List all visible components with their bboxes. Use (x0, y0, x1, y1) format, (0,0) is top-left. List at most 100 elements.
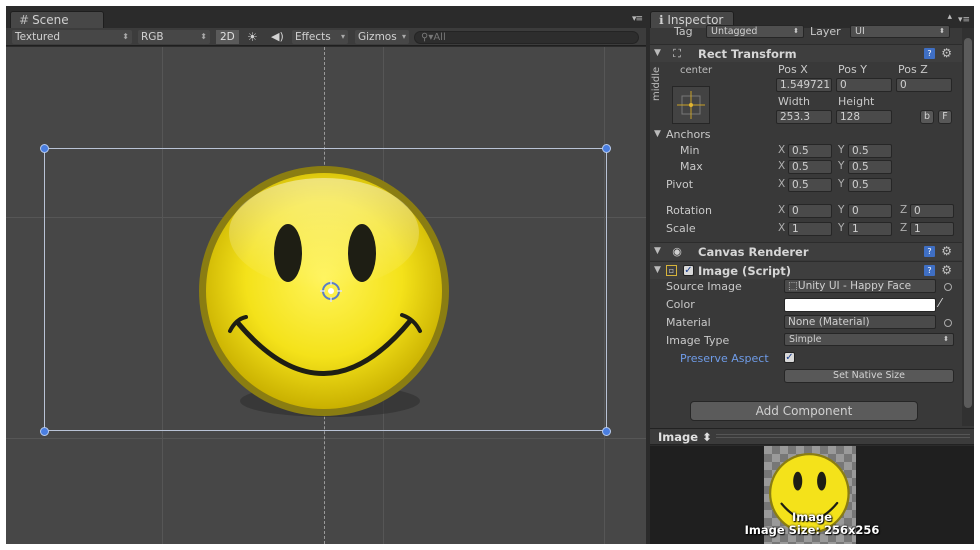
layer-dropdown[interactable]: UI ⬍ (850, 25, 950, 38)
rect-transform-bounds[interactable] (44, 148, 607, 431)
image-type-dropdown[interactable]: Simple ⬍ (784, 333, 954, 346)
preserve-aspect-checkbox[interactable]: ✓ (784, 352, 795, 363)
pos-x-field[interactable]: 1.549721 (776, 78, 832, 92)
shading-mode-dropdown[interactable]: Textured ⬍ (12, 30, 132, 44)
dropdown-arrow-icon: ▾ (340, 32, 345, 41)
dropdown-arrow-icon: ⬍ (793, 27, 799, 35)
pivot-label: Pivot (666, 178, 694, 191)
lock-icon[interactable]: ▴ (947, 12, 952, 22)
anchor-min-x-field[interactable]: 0.5 (788, 144, 832, 158)
scale-y-field[interactable]: 1 (848, 222, 892, 236)
inspector-scrollbar[interactable] (962, 28, 974, 426)
image-script-header[interactable]: ▼ ▫ ✓ Image (Script) ? ⚙ (650, 261, 962, 279)
source-image-field[interactable]: ⬚Unity UI - Happy Face (784, 279, 936, 293)
lighting-toggle-icon[interactable]: ☀ (244, 30, 261, 44)
pos-z-field[interactable]: 0 (896, 78, 952, 92)
help-book-icon[interactable]: ? (924, 246, 935, 257)
dropdown-arrow-icon: ⬍ (122, 32, 129, 41)
component-enabled-checkbox[interactable]: ✓ (683, 265, 694, 276)
height-field[interactable]: 128 (836, 110, 892, 124)
resize-handle-top-left[interactable] (40, 144, 49, 153)
foldout-arrow-icon[interactable]: ▼ (654, 246, 661, 256)
pos-y-label: Pos Y (838, 63, 867, 76)
axis-y-label: Y (838, 144, 845, 156)
gizmos-dropdown[interactable]: Gizmos ▾ (355, 30, 409, 44)
resize-handle-bottom-right[interactable] (602, 427, 611, 436)
rotation-z-field[interactable]: 0 (910, 204, 954, 218)
add-component-button[interactable]: Add Component (690, 401, 918, 421)
anchor-max-y-field[interactable]: 0.5 (848, 160, 892, 174)
color-swatch[interactable] (784, 298, 936, 312)
set-native-size-button[interactable]: Set Native Size (784, 369, 954, 383)
effects-label: Effects (295, 31, 331, 43)
color-label: Color (666, 298, 695, 311)
anchor-max-x-field[interactable]: 0.5 (788, 160, 832, 174)
shading-mode-value: Textured (15, 31, 61, 43)
effects-dropdown[interactable]: Effects ▾ (292, 30, 348, 44)
tab-scene-label: Scene (32, 13, 69, 27)
preview-header[interactable]: Image ⬍ (650, 428, 974, 445)
audio-toggle-icon[interactable]: ◀) (268, 30, 287, 44)
anchor-presets-button[interactable] (672, 86, 710, 124)
rect-transform-header[interactable]: ▼ ⛶ Rect Transform ? ⚙ (650, 44, 962, 62)
scene-search-input[interactable]: ⚲▾All (414, 31, 639, 44)
material-field[interactable]: None (Material) (784, 315, 936, 329)
resize-handle-top-right[interactable] (602, 144, 611, 153)
gear-icon[interactable]: ⚙ (941, 263, 952, 277)
eyedropper-icon[interactable]: ⁄ (939, 296, 941, 310)
object-picker-icon[interactable] (944, 283, 952, 291)
image-type-label: Image Type (666, 334, 730, 347)
pivot-y-field[interactable]: 0.5 (848, 178, 892, 192)
anchor-h-label: center (680, 65, 713, 76)
eye-icon: ◉ (672, 245, 682, 258)
scale-label: Scale (666, 222, 696, 235)
scale-x-field[interactable]: 1 (788, 222, 832, 236)
width-field[interactable]: 253.3 (776, 110, 832, 124)
panel-menu-icon[interactable]: ▾≡ (632, 15, 643, 24)
object-picker-icon[interactable] (944, 319, 952, 327)
preserve-aspect-label: Preserve Aspect (680, 352, 769, 365)
anchor-min-label: Min (680, 144, 700, 157)
help-book-icon[interactable]: ? (924, 265, 935, 276)
axis-y-label: Y (838, 222, 845, 234)
anchors-foldout-icon[interactable]: ▼ (654, 129, 661, 139)
preview-title: Image ⬍ (658, 430, 712, 444)
help-book-icon[interactable]: ? (924, 48, 935, 59)
axis-x-label: X (778, 160, 786, 172)
tag-dropdown[interactable]: Untagged ⬍ (706, 25, 804, 38)
axis-x-label: X (778, 204, 786, 216)
resize-handle-bottom-left[interactable] (40, 427, 49, 436)
rotation-y-field[interactable]: 0 (848, 204, 892, 218)
scene-tabbar: # Scene ▾≡ (6, 6, 646, 28)
axis-y-label: Y (838, 160, 845, 172)
source-image-label: Source Image (666, 280, 742, 293)
foldout-arrow-icon[interactable]: ▼ (654, 265, 661, 275)
scrollbar-thumb[interactable] (964, 38, 972, 408)
anchor-min-y-field[interactable]: 0.5 (848, 144, 892, 158)
raw-edit-button[interactable]: F (938, 110, 952, 124)
pivot-x-field[interactable]: 0.5 (788, 178, 832, 192)
dropdown-arrow-icon: ⬍ (943, 335, 949, 343)
panel-menu-icon[interactable]: ▾≡ (958, 16, 970, 25)
tab-scene[interactable]: # Scene (10, 11, 104, 28)
dropdown-arrow-icon: ▾ (401, 32, 406, 41)
canvas-renderer-title: Canvas Renderer (698, 245, 809, 259)
height-label: Height (838, 95, 875, 108)
canvas-renderer-header[interactable]: ▼ ◉ Canvas Renderer ? ⚙ (650, 242, 962, 260)
preview-drag-handle[interactable] (716, 434, 970, 438)
render-mode-value: RGB (141, 31, 164, 43)
blueprint-mode-button[interactable]: b (920, 110, 934, 124)
gear-icon[interactable]: ⚙ (941, 244, 952, 258)
scene-viewport[interactable] (6, 47, 646, 544)
mode-2d-button[interactable]: 2D (216, 30, 239, 44)
gizmos-label: Gizmos (358, 31, 397, 43)
render-mode-dropdown[interactable]: RGB ⬍ (138, 30, 210, 44)
gear-icon[interactable]: ⚙ (941, 46, 952, 60)
scene-toolbar: Textured ⬍ RGB ⬍ 2D ☀ ◀) Effects ▾ Gizmos ▾ … (6, 28, 646, 46)
anchors-label[interactable]: Anchors (666, 128, 711, 141)
foldout-arrow-icon[interactable]: ▼ (654, 48, 661, 58)
scale-z-field[interactable]: 1 (910, 222, 954, 236)
material-label: Material (666, 316, 711, 329)
rotation-x-field[interactable]: 0 (788, 204, 832, 218)
pos-y-field[interactable]: 0 (836, 78, 892, 92)
